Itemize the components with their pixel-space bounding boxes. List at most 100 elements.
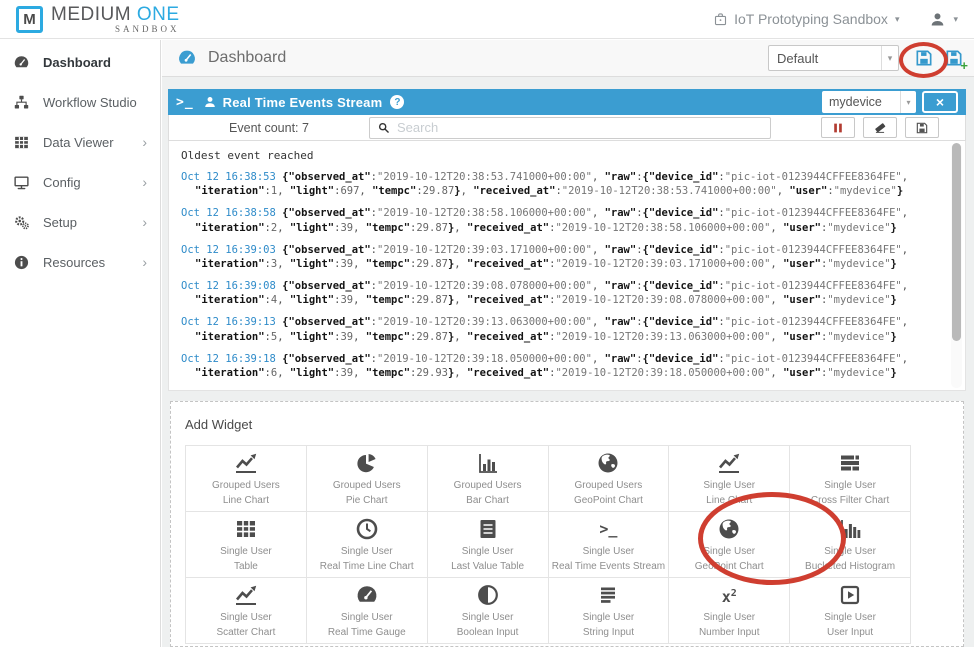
add-widget-panel: Add Widget Grouped Users Line Chart Groupe…	[170, 401, 964, 647]
event-log-entry: Oct 12 16:38:58 {"observed_at":"2019-10-…	[181, 207, 909, 234]
add-widget-single-user-real-time-line-chart[interactable]: Single User Real Time Line Chart	[306, 512, 428, 578]
save-dashboard-button[interactable]	[914, 48, 934, 68]
widget-label-line1: Single User	[582, 546, 635, 557]
widget-label-line2: Line Chart	[706, 495, 753, 506]
list-icon	[475, 517, 501, 541]
info-icon	[13, 254, 30, 271]
real-time-events-stream-widget: >_ Real Time Events Stream ? mydevice ▾ …	[168, 89, 966, 391]
globe-icon	[716, 517, 742, 541]
add-widget-single-user-scatter-chart[interactable]: Single User Scatter Chart	[186, 578, 307, 644]
workspace-label: IoT Prototyping Sandbox	[734, 11, 888, 27]
widget-label-line1: Grouped Users	[332, 480, 401, 491]
user-input-icon	[837, 583, 863, 607]
widget-label-line1: Single User	[824, 546, 876, 557]
widget-label-line2: Boolean Input	[456, 627, 519, 638]
event-log-entry: Oct 12 16:39:03 {"observed_at":"2019-10-…	[181, 243, 909, 270]
save-stream-button[interactable]	[905, 117, 939, 138]
add-widget-single-user-cross-filter-chart[interactable]: Single User Cross Filter Chart	[790, 446, 911, 512]
clear-stream-button[interactable]	[863, 117, 897, 138]
add-widget-title: Add Widget	[185, 417, 253, 432]
help-icon[interactable]: ?	[390, 95, 405, 109]
event-timestamp: Oct 12 16:39:08	[181, 280, 276, 293]
table-grid-icon	[233, 517, 259, 541]
event-timestamp: Oct 12 16:38:53	[181, 171, 276, 183]
gears-icon	[13, 214, 30, 231]
add-widget-single-user-real-time-events-stream[interactable]: >_ Single User Real Time Events Stream	[548, 512, 670, 578]
add-widget-single-user-boolean-input[interactable]: Single User Boolean Input	[427, 578, 549, 644]
add-widget-single-user-user-input[interactable]: Single User User Input	[790, 578, 911, 644]
caret-down-icon: ▾	[894, 13, 900, 24]
sidebar-item-data-viewer[interactable]: Data Viewer ›	[0, 122, 160, 162]
pause-icon	[831, 121, 845, 135]
widget-label-line1: Single User	[703, 480, 756, 491]
main-content: Dashboard ▾ + >_ Real Time Events Stream…	[162, 40, 974, 647]
add-widget-single-user-bucketed-histogram[interactable]: Single User Bucketed Histogram	[790, 512, 911, 578]
medium-one-logo[interactable]: M	[16, 5, 43, 33]
sidebar-item-resources[interactable]: Resources ›	[0, 242, 160, 282]
add-widget-grouped-users-bar-chart[interactable]: Grouped Users Bar Chart	[427, 446, 549, 512]
widget-label-line2: Bucketed Histogram	[805, 561, 896, 572]
widget-label-line1: Single User	[582, 612, 635, 623]
widget-label-line2: GeoPoint Chart	[573, 495, 643, 506]
event-timestamp: Oct 12 16:39:13	[181, 316, 276, 329]
widget-label-line2: String Input	[582, 627, 634, 638]
add-widget-single-user-last-value-table[interactable]: Single User Last Value Table	[427, 512, 549, 578]
widget-label-line2: Number Input	[698, 627, 760, 638]
add-widget-single-user-line-chart[interactable]: Single User Line Chart	[669, 446, 791, 512]
search-box[interactable]	[369, 116, 771, 139]
bar-chart-icon	[475, 451, 501, 475]
event-count: Event count: 7	[229, 120, 309, 135]
widget-label-line2: Table	[233, 561, 258, 572]
caret-down-icon[interactable]: ▾	[881, 46, 898, 70]
add-widget-single-user-geopoint-chart[interactable]: Single User GeoPoint Chart	[669, 512, 791, 578]
histogram-icon	[837, 517, 863, 541]
event-log-entry: Oct 12 16:38:53 {"observed_at":"2019-10-…	[181, 171, 909, 198]
scrollbar-thumb[interactable]	[952, 143, 961, 341]
add-widget-grouped-users-geopoint-chart[interactable]: Grouped Users GeoPoint Chart	[548, 446, 670, 512]
widget-label-line2: GeoPoint Chart	[694, 561, 764, 572]
widget-label-line1: Single User	[220, 546, 272, 557]
widget-label-line1: Single User	[824, 612, 876, 623]
event-timestamp: Oct 12 16:39:18	[181, 352, 276, 365]
line-chart-icon	[716, 451, 742, 475]
sidebar-item-label: Workflow Studio	[43, 94, 137, 110]
dashboard-select[interactable]: ▾	[768, 45, 899, 71]
brand-subtitle: SANDBOX	[115, 23, 180, 34]
widget-label-line2: Scatter Chart	[216, 627, 276, 638]
save-as-new-dashboard-button[interactable]: +	[944, 48, 968, 72]
add-widget-single-user-real-time-gauge[interactable]: Single User Real Time Gauge	[306, 578, 428, 644]
widget-label-line2: Cross Filter Chart	[810, 495, 890, 506]
chevron-right-icon: ›	[142, 174, 147, 190]
add-widget-grouped-users-pie-chart[interactable]: Grouped Users Pie Chart	[306, 446, 428, 512]
dashboard-name-input[interactable]	[769, 46, 881, 70]
caret-down-icon[interactable]: ▾	[900, 91, 916, 113]
terminal-icon: >_	[599, 520, 618, 538]
clock-icon	[354, 517, 380, 541]
add-widget-single-user-string-input[interactable]: Single User String Input	[548, 578, 670, 644]
search-input[interactable]	[397, 120, 763, 135]
sidebar-item-workflow-studio[interactable]: Workflow Studio	[0, 82, 160, 122]
event-log-entry: Oct 12 16:39:18 {"observed_at":"2019-10-…	[181, 352, 909, 379]
add-widget-grouped-users-line-chart[interactable]: Grouped Users Line Chart	[186, 446, 307, 512]
widget-label-line1: Single User	[461, 546, 514, 557]
workspace-dropdown[interactable]: IoT Prototyping Sandbox ▾	[713, 11, 899, 27]
sidebar-item-setup[interactable]: Setup ›	[0, 202, 160, 242]
add-widget-single-user-table[interactable]: Single User Table	[186, 512, 307, 578]
caret-down-icon: ▾	[953, 13, 958, 24]
user-menu[interactable]: ▾	[929, 11, 958, 28]
x-icon: ×	[935, 94, 945, 110]
event-log-entry: Oct 12 16:39:13 {"observed_at":"2019-10-…	[181, 316, 909, 343]
widget-label-line1: Single User	[461, 612, 514, 623]
device-select[interactable]: mydevice ▾	[822, 91, 916, 113]
event-log[interactable]: Oldest event reached Oct 12 16:38:53 {"o…	[168, 141, 966, 391]
widget-label-line1: Single User	[703, 612, 756, 623]
eraser-icon	[873, 121, 887, 135]
close-widget-button[interactable]: ×	[922, 91, 958, 113]
sitemap-icon	[13, 94, 30, 111]
pause-stream-button[interactable]	[821, 117, 855, 138]
add-widget-single-user-number-input[interactable]: x2 Single User Number Input	[669, 578, 791, 644]
sidebar-item-dashboard[interactable]: Dashboard	[0, 42, 160, 82]
sidebar-item-label: Data Viewer	[43, 134, 114, 150]
boolean-icon	[475, 583, 501, 607]
sidebar-item-config[interactable]: Config ›	[0, 162, 160, 202]
